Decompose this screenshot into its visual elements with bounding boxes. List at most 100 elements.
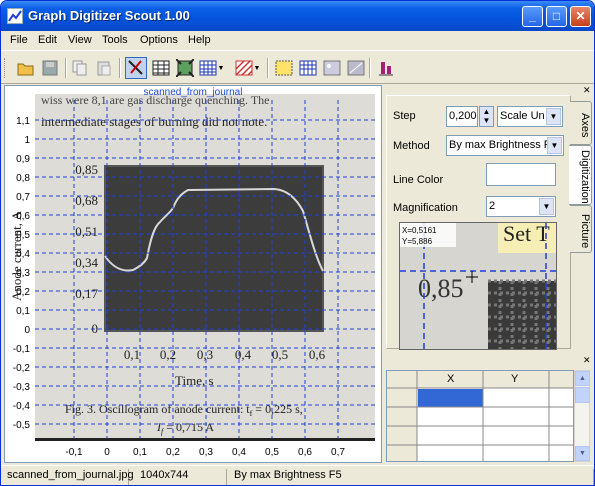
- y-axis-tick-label: 0,1: [16, 306, 30, 317]
- axis-grid-icon[interactable]: [297, 57, 319, 79]
- toolbar: ▼ ▼: [1, 52, 594, 84]
- fit-image-icon[interactable]: [174, 57, 196, 79]
- x-axis-tick-label: 0,1: [133, 447, 147, 458]
- photo-icon[interactable]: [321, 57, 343, 79]
- y-axis-tick-label: 0,3: [16, 268, 30, 279]
- chevron-down-icon[interactable]: ▼: [539, 198, 554, 215]
- open-folder-icon[interactable]: [15, 57, 37, 79]
- scan-x-axis-label: Time, s: [175, 373, 214, 388]
- data-table-panel: ✕ X Y ▲ ▼: [384, 355, 594, 463]
- method-label: Method: [393, 140, 430, 152]
- app-window: Graph Digitizer Scout 1.00 _ □ ✕ File Ed…: [0, 0, 595, 486]
- table-icon[interactable]: [150, 57, 172, 79]
- scan-y-tick: 0,34: [75, 255, 98, 270]
- hatch-dropdown-arrow[interactable]: ▼: [253, 57, 261, 79]
- menu-help[interactable]: Help: [188, 34, 211, 46]
- x-axis-tick-label: 0,6: [298, 447, 312, 458]
- menu-options[interactable]: Options: [140, 34, 178, 46]
- column-header-x[interactable]: X: [447, 373, 454, 385]
- menu-bar: File Edit View Tools Options Help: [1, 31, 594, 51]
- minimize-button[interactable]: _: [522, 6, 543, 27]
- x-axis-tick-label: 0,4: [232, 447, 246, 458]
- save-icon[interactable]: [39, 57, 61, 79]
- oscillogram-photo: [105, 166, 323, 331]
- chart-tool-icon[interactable]: [375, 57, 397, 79]
- crop-icon[interactable]: [345, 57, 367, 79]
- method-select[interactable]: By max Brightness F ▼: [446, 135, 564, 156]
- tab-digitization[interactable]: Digitization: [569, 145, 592, 205]
- x-axis-tick-label: 0: [104, 447, 110, 458]
- panel-close-icon[interactable]: ✕: [583, 356, 591, 365]
- scan-x-tick: 0,3: [197, 347, 213, 362]
- magnifier-view: Set T 0,85 X=0,5161 Y=5,886: [399, 222, 557, 350]
- toolbar-grip[interactable]: [4, 58, 7, 78]
- menu-file[interactable]: File: [10, 34, 28, 46]
- y-axis-tick-label: -0,3: [13, 382, 31, 393]
- dotted-frame-icon[interactable]: [273, 57, 295, 79]
- plot-canvas[interactable]: wiss were 8,1 are gas discharge quenchin…: [4, 85, 382, 463]
- status-method: By max Brightness F5: [230, 469, 594, 485]
- digitization-panel: ✕ Step 0,200 ▲ ▼ Scale Un ▼ Method By max …: [384, 85, 594, 351]
- grid-dropdown-arrow[interactable]: ▼: [217, 57, 225, 79]
- scan-y-tick: 0,85: [75, 162, 98, 177]
- close-button[interactable]: ✕: [570, 6, 591, 27]
- scan-y-tick: 0,17: [75, 286, 98, 301]
- y-axis-tick-label: 0,5: [16, 230, 30, 241]
- menu-view[interactable]: View: [68, 34, 92, 46]
- digitize-tool-icon[interactable]: [125, 57, 147, 79]
- y-axis-tick-label: 0,9: [16, 154, 30, 165]
- menu-tools[interactable]: Tools: [102, 34, 128, 46]
- paste-icon[interactable]: [93, 57, 115, 79]
- x-axis-tick-label: 0,7: [331, 447, 345, 458]
- tab-picture[interactable]: Picture: [570, 205, 592, 253]
- y-axis-tick-label: -0,4: [13, 401, 31, 412]
- magnification-select[interactable]: 2 ▼: [486, 196, 556, 217]
- scan-text-line2: intermediate stages of burning did not n…: [41, 114, 267, 129]
- table-scrollbar[interactable]: ▲ ▼: [574, 370, 590, 462]
- status-filename: scanned_from_journal.jpg: [3, 469, 134, 485]
- step-input[interactable]: 0,200: [446, 106, 478, 127]
- y-axis-tick-label: 0: [24, 325, 30, 336]
- line-color-swatch[interactable]: [486, 163, 556, 186]
- tab-axes[interactable]: Axes: [570, 101, 592, 145]
- grid-icon[interactable]: [197, 57, 219, 79]
- y-axis-tick-label: 0,7: [16, 192, 30, 203]
- title-bar[interactable]: Graph Digitizer Scout 1.00 _ □ ✕: [1, 1, 594, 31]
- x-axis-tick-label: -0,1: [65, 447, 83, 458]
- plot-svg[interactable]: wiss were 8,1 are gas discharge quenchin…: [5, 86, 381, 462]
- x-axis-tick-label: 0,5: [265, 447, 279, 458]
- magnification-label: Magnification: [393, 202, 458, 214]
- chevron-down-icon[interactable]: ▼: [547, 137, 562, 154]
- maximize-button[interactable]: □: [546, 6, 567, 27]
- scroll-down-icon[interactable]: ▼: [575, 446, 590, 461]
- scan-x-tick: 0,2: [160, 347, 176, 362]
- scanned-image: wiss were 8,1 are gas discharge quenchin…: [9, 93, 375, 441]
- scroll-up-icon[interactable]: ▲: [575, 371, 590, 386]
- scan-y-tick: 0,68: [75, 193, 98, 208]
- digitization-tab-content: Step 0,200 ▲ ▼ Scale Un ▼ Method By max Br…: [386, 95, 571, 350]
- scan-x-tick: 0,5: [272, 347, 288, 362]
- menu-edit[interactable]: Edit: [38, 34, 57, 46]
- copy-icon[interactable]: [69, 57, 91, 79]
- window-title: Graph Digitizer Scout 1.00: [28, 8, 190, 23]
- y-axis-tick-label: -0,5: [13, 420, 31, 431]
- toolbar-separator: [267, 58, 269, 78]
- y-axis-tick-label: 0,2: [16, 287, 30, 298]
- step-label: Step: [393, 110, 416, 122]
- selected-cell[interactable]: [418, 389, 483, 407]
- scroll-thumb[interactable]: [575, 387, 590, 403]
- y-axis-tick-label: 1,1: [16, 116, 30, 127]
- hatch-fill-icon[interactable]: [233, 57, 255, 79]
- column-header-y[interactable]: Y: [511, 373, 518, 385]
- data-table[interactable]: X Y: [386, 370, 574, 462]
- plot-title: scanned_from_journal: [143, 87, 243, 98]
- x-axis-tick-label: 0,3: [199, 447, 213, 458]
- magnifier-corner-text: Set T: [503, 223, 550, 246]
- panel-close-icon[interactable]: ✕: [583, 86, 592, 95]
- line-color-label: Line Color: [393, 174, 444, 186]
- chevron-down-icon[interactable]: ▼: [546, 108, 561, 125]
- scale-units-select[interactable]: Scale Un ▼: [497, 106, 563, 127]
- magnifier-value-text: 0,85: [418, 274, 464, 303]
- y-axis-tick-label: 0,8: [16, 173, 30, 184]
- step-spinner[interactable]: ▲ ▼: [479, 106, 494, 127]
